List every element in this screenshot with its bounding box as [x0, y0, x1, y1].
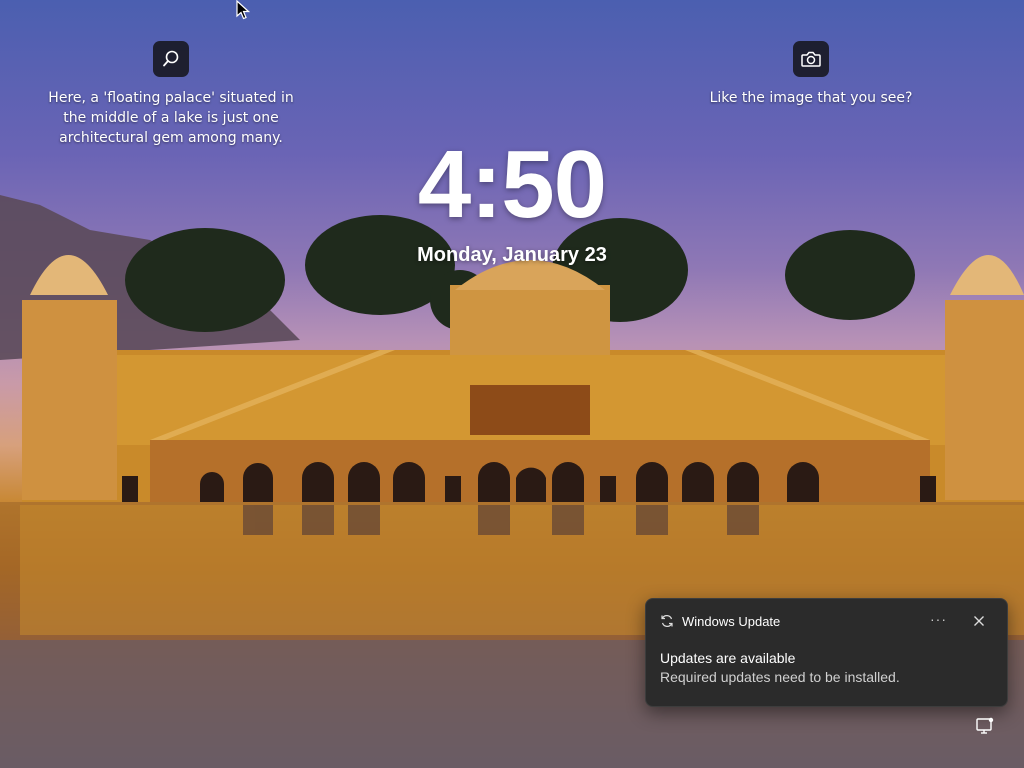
- close-icon: [974, 616, 984, 626]
- camera-icon: [801, 51, 821, 67]
- close-notification-button[interactable]: [969, 611, 989, 631]
- lockscreen-date: Monday, January 23: [417, 244, 607, 266]
- notification-app-name: Windows Update: [682, 613, 781, 629]
- lockscreen-time: 4:50: [417, 131, 607, 238]
- more-options-button[interactable]: ···: [930, 611, 947, 627]
- like-image-button[interactable]: [793, 41, 829, 77]
- image-caption-right: Like the image that you see?: [709, 90, 913, 106]
- notification-body: Required updates need to be installed.: [660, 669, 900, 685]
- notification-title: Updates are available: [660, 650, 796, 666]
- refresh-icon: [661, 615, 673, 627]
- windows-update-notification[interactable]: Windows Update ··· Updates are available…: [645, 598, 1008, 707]
- mouse-pointer-icon: [236, 0, 250, 20]
- network-status-icon[interactable]: [975, 716, 995, 736]
- search-button[interactable]: [153, 41, 189, 77]
- search-icon: [163, 50, 179, 67]
- notification-header: Windows Update ···: [660, 611, 995, 631]
